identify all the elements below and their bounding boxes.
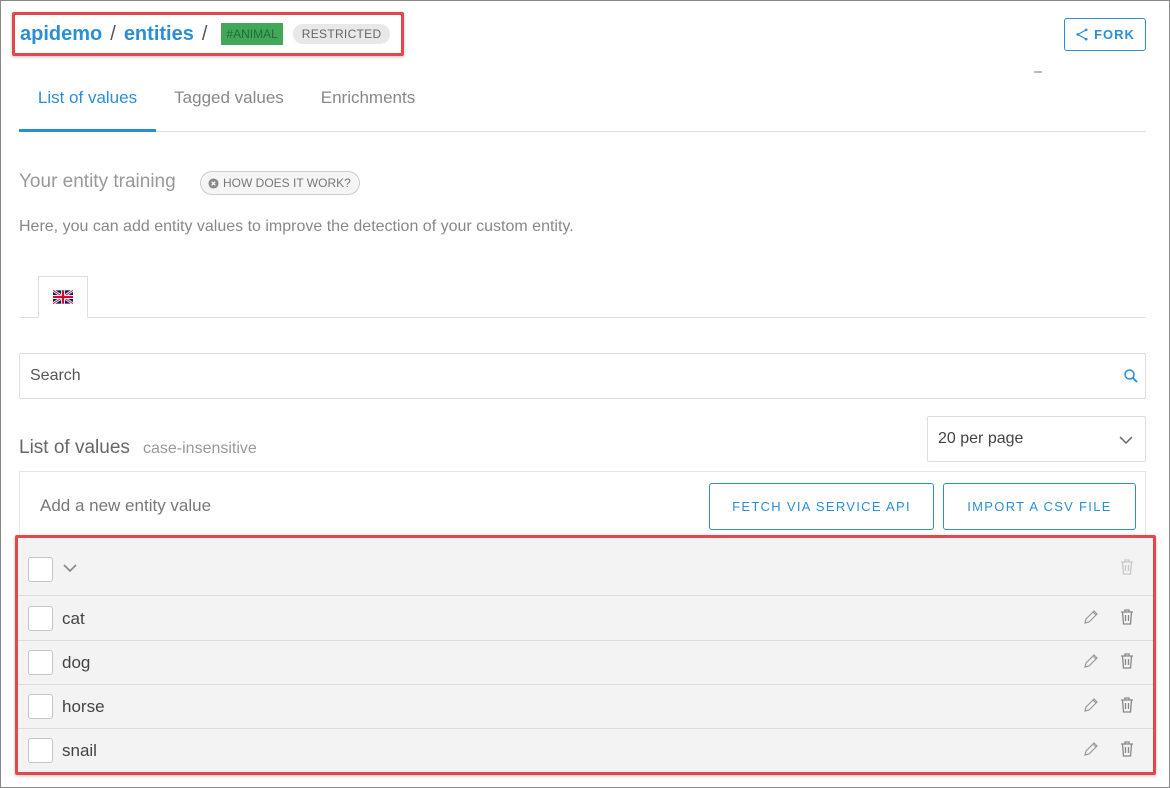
values-list: cat dog horse snail [15,535,1156,775]
breadcrumb-entities-link[interactable]: entities [124,23,194,46]
chevron-down-icon[interactable] [63,562,77,574]
pencil-icon[interactable] [1082,609,1099,626]
pencil-icon[interactable] [1082,741,1099,758]
breadcrumb-separator: / [201,22,208,45]
help-circle-icon [208,177,219,189]
trash-icon[interactable] [1119,696,1135,714]
fork-button[interactable]: FORK [1064,18,1146,51]
trash-icon[interactable] [1119,652,1135,670]
list-item: horse [18,685,1153,729]
list-item: dog [18,641,1153,685]
fork-label: FORK [1094,27,1135,42]
value-label: dog [62,653,91,672]
pencil-icon[interactable] [1082,653,1099,670]
value-label: horse [62,697,105,716]
tab-list-of-values[interactable]: List of values [19,78,156,132]
row-checkbox[interactable] [28,738,53,763]
import-csv-button[interactable]: IMPORT A CSV FILE [943,483,1136,530]
list-title: List of values [19,437,130,458]
how-does-it-work-label: HOW DOES IT WORK? [223,176,351,190]
tab-bar: List of values Tagged values Enrichments [19,78,1146,132]
trash-icon[interactable] [1119,608,1135,626]
value-label: snail [62,741,97,760]
trash-icon[interactable] [1119,558,1135,576]
value-label: cat [62,609,85,628]
add-value-panel: Add a new entity value FETCH VIA SERVICE… [19,471,1146,537]
how-does-it-work-button[interactable]: HOW DOES IT WORK? [200,171,360,195]
trash-icon[interactable] [1119,740,1135,758]
chevron-down-icon [1119,436,1133,445]
list-header-row [18,538,1153,596]
search-icon[interactable] [1123,368,1139,384]
breadcrumb-separator: / [110,22,116,45]
uk-flag-icon [53,290,73,304]
tab-language-english[interactable] [38,276,88,318]
search-box [19,353,1146,399]
row-checkbox[interactable] [28,650,53,675]
list-subtitle: case-insensitive [143,440,257,457]
per-page-select[interactable]: 20 per page [927,416,1146,462]
tab-enrichments[interactable]: Enrichments [315,78,421,132]
per-page-value: 20 per page [938,430,1024,447]
breadcrumb: apidemo / entities / #ANIMAL RESTRICTED [12,12,404,56]
search-input[interactable] [20,354,1110,398]
visibility-badge: RESTRICTED [292,24,391,44]
select-all-checkbox[interactable] [28,557,53,582]
entity-tag-badge: #ANIMAL [221,23,283,45]
row-checkbox[interactable] [28,606,53,631]
section-description: Here, you can add entity values to impro… [19,218,574,235]
section-title: Your entity training [19,171,176,192]
list-item: cat [18,597,1153,641]
decorative-mark [1034,71,1042,73]
row-checkbox[interactable] [28,694,53,719]
language-tab-bar [19,276,1146,318]
tab-tagged-values[interactable]: Tagged values [169,78,289,132]
pencil-icon[interactable] [1082,697,1099,714]
add-value-input[interactable]: Add a new entity value [40,496,211,516]
fetch-via-service-api-button[interactable]: FETCH VIA SERVICE API [709,483,934,530]
breadcrumb-project-link[interactable]: apidemo [20,23,102,46]
list-item: snail [18,729,1153,772]
fork-icon [1076,28,1088,41]
